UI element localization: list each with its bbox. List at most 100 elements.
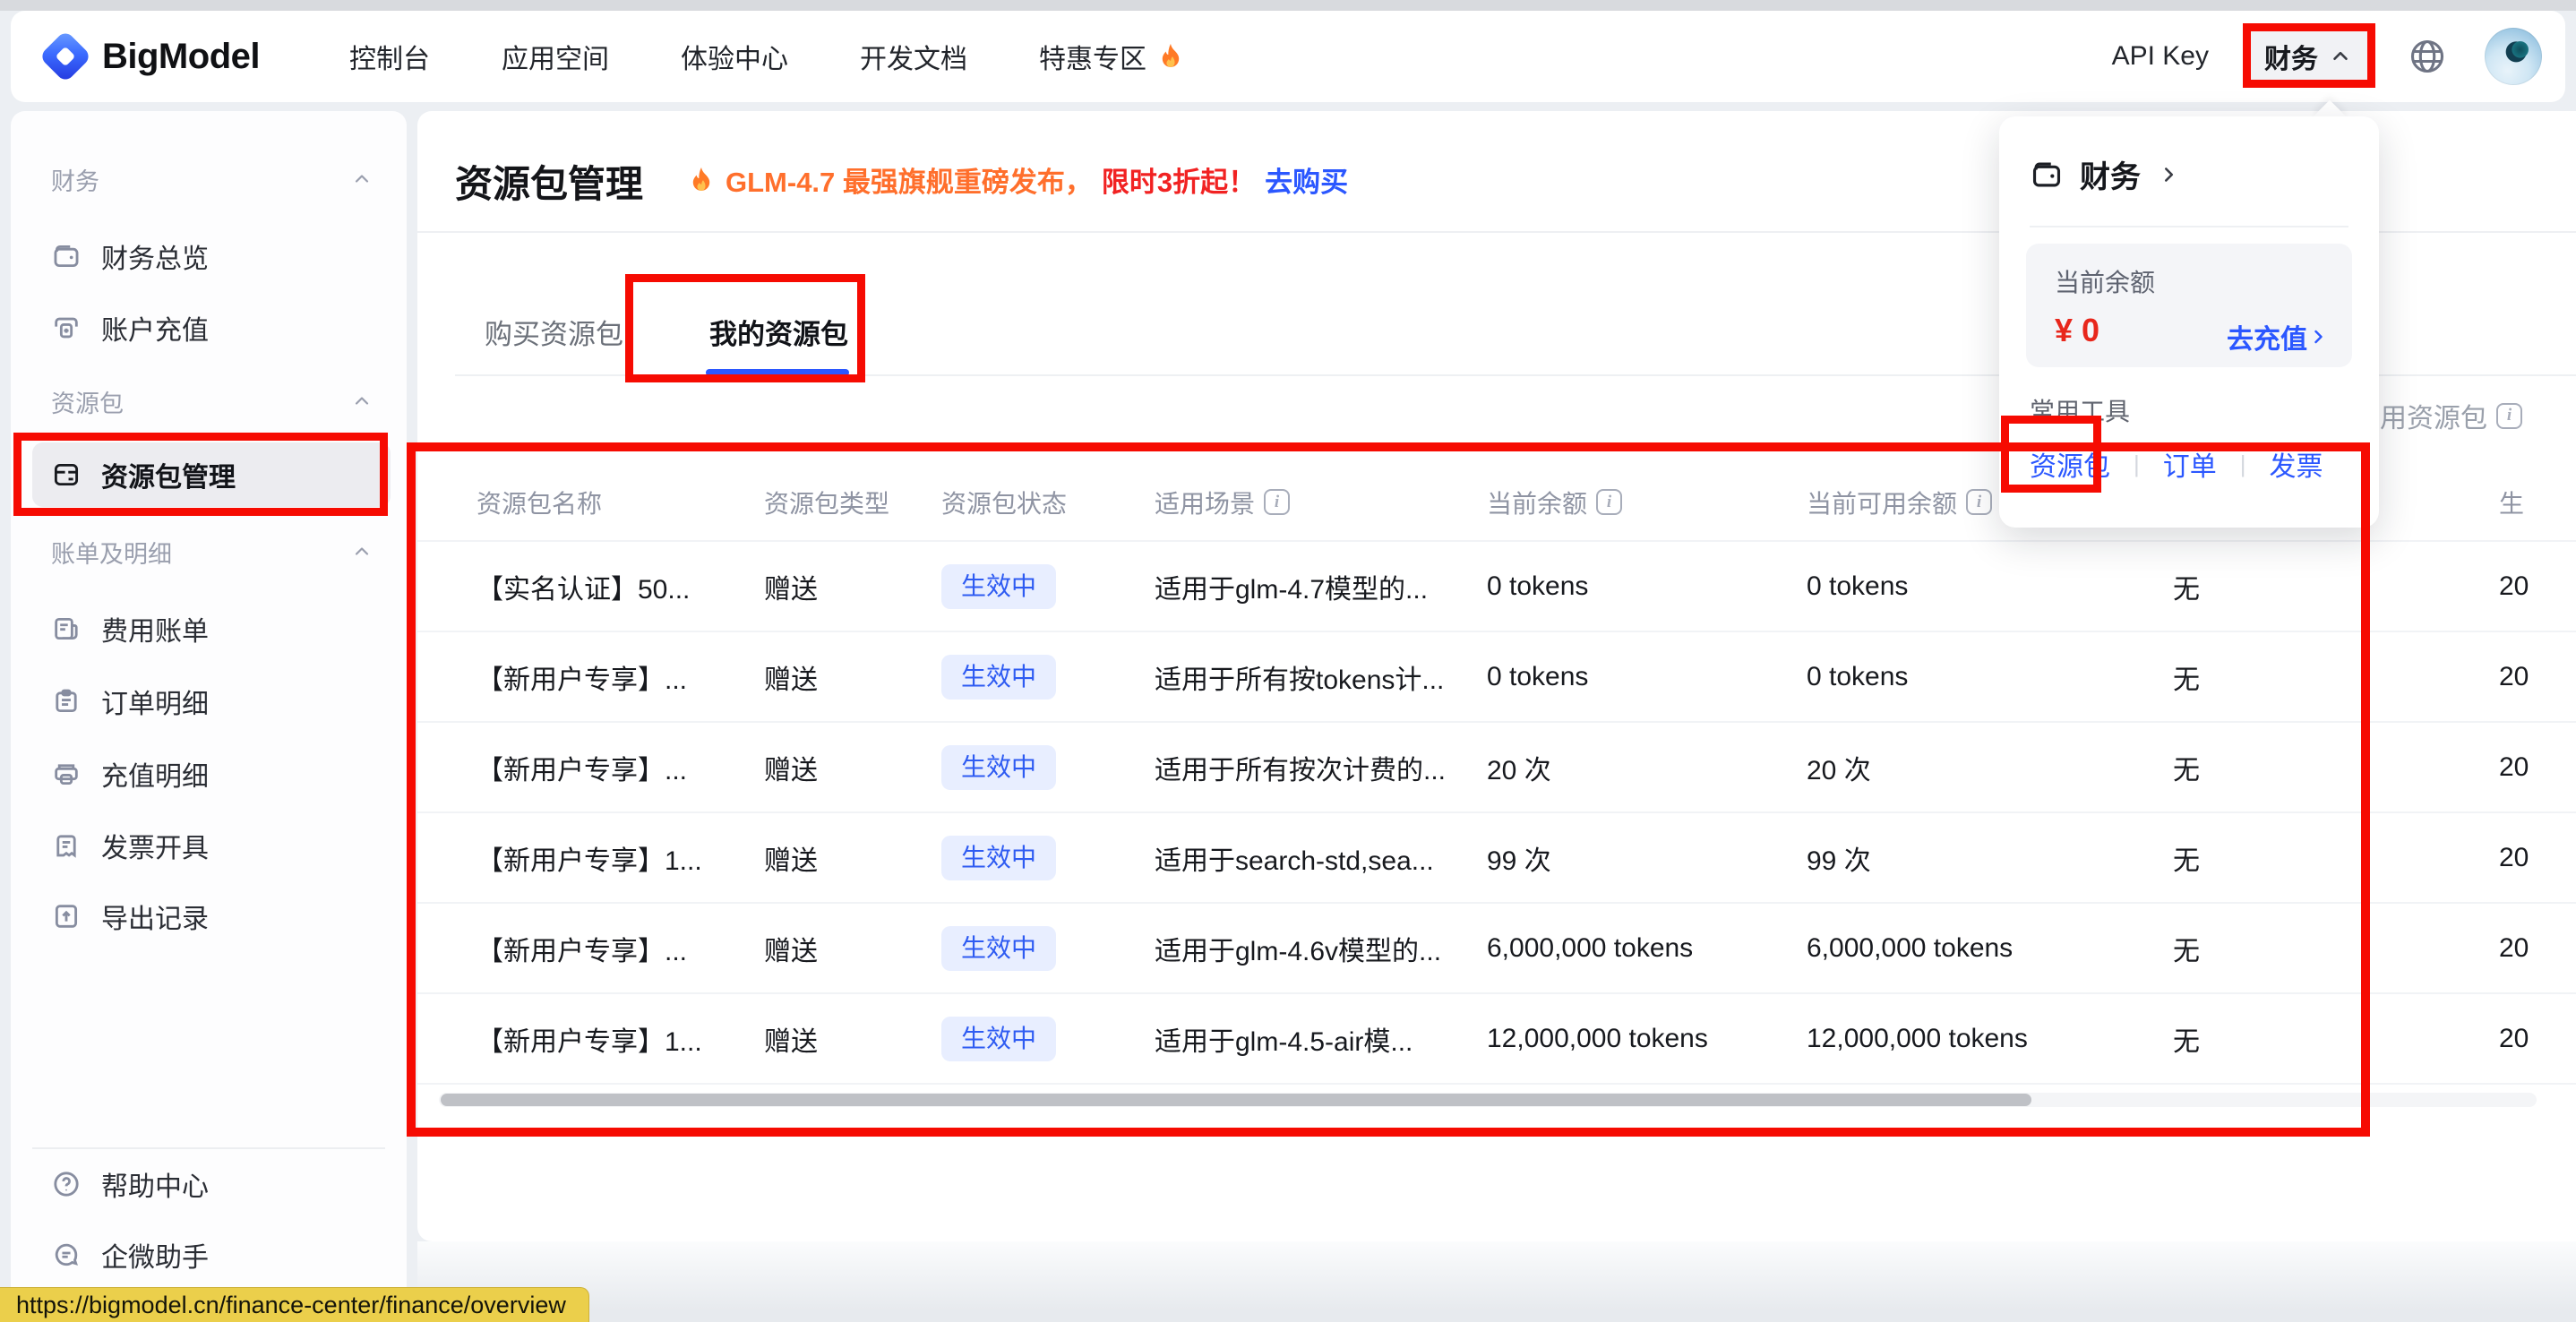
- sidebar-item-invoice[interactable]: 发票开具: [32, 813, 391, 878]
- chat-icon: [51, 1240, 82, 1270]
- finance-dropdown: 财务 当前余额 ¥ 0 去充值 常用工具 资源包 | 订单 | 发票: [1999, 116, 2379, 528]
- table-row: 【新用户专享】1... 赠送 生效中 适用于search-std,sea... …: [417, 813, 2576, 904]
- avatar[interactable]: [2485, 28, 2542, 85]
- sidebar-item-label: 帮助中心: [101, 1164, 209, 1204]
- tab-my-resource-pack[interactable]: 我的资源包: [709, 312, 848, 352]
- sidebar-item-label: 订单明细: [101, 682, 209, 721]
- cell-pack-type: 赠送: [764, 904, 818, 992]
- sidebar-item-order-details[interactable]: 订单明细: [32, 669, 391, 734]
- dropdown-divider: [2030, 226, 2348, 227]
- nav-app-space[interactable]: 应用空间: [502, 37, 609, 76]
- cell-pack-type: 赠送: [764, 994, 818, 1083]
- tool-link-invoices[interactable]: 发票: [2270, 444, 2323, 484]
- sidebar-item-expense-bill[interactable]: 费用账单: [32, 597, 391, 661]
- status-badge: 生效中: [941, 1017, 1056, 1061]
- sidebar-item-label: 企微助手: [101, 1235, 209, 1275]
- filter-available-packs-label[interactable]: 用资源包 i: [2380, 396, 2522, 435]
- tool-link-resource-pack[interactable]: 资源包: [2030, 444, 2110, 484]
- sidebar-item-resource-pack-management[interactable]: 资源包管理: [32, 442, 391, 507]
- invoice-icon: [51, 830, 82, 861]
- cell-available: 99 次: [1807, 813, 1871, 902]
- cell-scene: 适用于search-std,sea...: [1155, 813, 1434, 902]
- column-header-type: 资源包类型: [764, 464, 889, 540]
- sidebar-divider: [32, 1147, 385, 1149]
- nav-dev-docs[interactable]: 开发文档: [860, 37, 967, 76]
- sidebar-item-label: 导出记录: [101, 897, 209, 936]
- promo-banner: GLM-4.7 最强旗舰重磅发布， 限时3折起！ 去购买: [686, 159, 1348, 200]
- brand-logo[interactable]: BigModel: [43, 34, 260, 79]
- sidebar-item-wechat-assistant[interactable]: 企微助手: [32, 1223, 391, 1287]
- sidebar-item-label: 充值明细: [101, 754, 209, 794]
- cell-start-time: 20: [2499, 904, 2529, 992]
- sidebar-group-finance[interactable]: 财务: [51, 163, 373, 195]
- page-background: [417, 1241, 2576, 1322]
- nav-experience-center[interactable]: 体验中心: [681, 37, 788, 76]
- sidebar-item-account-recharge[interactable]: 资源包管理 账户充值: [32, 296, 391, 360]
- wallet-icon: [51, 241, 82, 271]
- cell-balance: 6,000,000 tokens: [1487, 904, 1693, 992]
- column-header-scene: 适用场景i: [1155, 464, 1290, 540]
- cell-pack-status: 生效中: [941, 632, 1056, 721]
- link-separator: |: [2134, 451, 2140, 478]
- nav-console[interactable]: 控制台: [349, 37, 430, 76]
- globe-icon[interactable]: [2408, 37, 2447, 76]
- chevron-up-icon: [2329, 45, 2352, 68]
- cell-quota: 无: [2173, 542, 2200, 631]
- table-row: 【新用户专享】... 赠送 生效中 适用于glm-4.6v模型的... 6,00…: [417, 904, 2576, 994]
- balance-card: 当前余额 ¥ 0 去充值: [2026, 244, 2352, 367]
- cell-pack-type: 赠送: [764, 723, 818, 811]
- common-tools-label: 常用工具: [2030, 392, 2130, 428]
- horizontal-scrollbar-thumb[interactable]: [441, 1094, 2031, 1106]
- table-row: 【新用户专享】... 赠送 生效中 适用于所有按tokens计... 0 tok…: [417, 632, 2576, 723]
- common-tools-links: 资源包 | 订单 | 发票: [2030, 444, 2323, 484]
- cell-start-time: 20: [2499, 813, 2529, 902]
- sidebar-item-export-records[interactable]: 导出记录: [32, 884, 391, 949]
- sidebar-item-recharge-details[interactable]: 充值明细: [32, 742, 391, 806]
- flame-icon: [1155, 41, 1186, 72]
- column-header-status: 资源包状态: [941, 464, 1067, 540]
- tool-link-orders[interactable]: 订单: [2163, 444, 2217, 484]
- tab-buy-resource-pack[interactable]: 购买资源包: [485, 312, 623, 352]
- table-row: 【实名认证】50... 赠送 生效中 适用于glm-4.7模型的... 0 to…: [417, 542, 2576, 632]
- bill-icon: [51, 614, 82, 644]
- cell-quota: 无: [2173, 813, 2200, 902]
- info-icon[interactable]: i: [2496, 403, 2522, 429]
- top-strip: [0, 0, 2576, 11]
- cell-balance: 20 次: [1487, 723, 1551, 811]
- wallet-icon: [2030, 158, 2064, 192]
- column-header-balance: 当前余额i: [1487, 464, 1622, 540]
- cell-scene: 适用于glm-4.7模型的...: [1155, 542, 1428, 631]
- nav-finance-button[interactable]: 财务: [2246, 26, 2370, 87]
- cell-available: 20 次: [1807, 723, 1871, 811]
- table-row: 【新用户专享】1... 赠送 生效中 适用于glm-4.5-air模... 12…: [417, 994, 2576, 1085]
- info-icon[interactable]: i: [1264, 489, 1290, 515]
- info-icon[interactable]: i: [1966, 489, 1992, 515]
- chevron-up-icon: [351, 391, 373, 412]
- help-icon: [51, 1169, 82, 1199]
- cell-balance: 12,000,000 tokens: [1487, 994, 1708, 1083]
- info-icon[interactable]: i: [1596, 489, 1622, 515]
- nav-promo-label: 特惠专区: [1039, 37, 1146, 76]
- sidebar-group-resource-pack[interactable]: 资源包: [51, 385, 373, 417]
- top-navbar: BigModel 控制台 应用空间 体验中心 开发文档 特惠专区 API Key…: [11, 11, 2565, 102]
- sidebar-item-finance-overview[interactable]: 财务总览: [32, 224, 391, 288]
- status-badge: 生效中: [941, 926, 1056, 971]
- cell-pack-status: 生效中: [941, 994, 1056, 1083]
- column-header-name: 资源包名称: [477, 464, 602, 540]
- cell-pack-name: 【实名认证】50...: [477, 542, 690, 631]
- nav-promo-zone[interactable]: 特惠专区: [1039, 37, 1186, 76]
- horizontal-scrollbar-track[interactable]: [439, 1093, 2537, 1107]
- recharge-link[interactable]: 去充值: [2227, 317, 2329, 356]
- dropdown-finance-header[interactable]: 财务: [2030, 152, 2180, 196]
- cell-pack-status: 生效中: [941, 813, 1056, 902]
- status-badge: 生效中: [941, 745, 1056, 790]
- cell-pack-type: 赠送: [764, 542, 818, 631]
- cell-pack-name: 【新用户专享】...: [477, 632, 687, 721]
- promo-buy-link[interactable]: 去购买: [1265, 159, 1348, 200]
- sidebar-item-help-center[interactable]: 帮助中心: [32, 1152, 391, 1216]
- nav-api-key[interactable]: API Key: [2112, 41, 2209, 72]
- cell-pack-name: 【新用户专享】...: [477, 723, 687, 811]
- sidebar-group-bills[interactable]: 账单及明细: [51, 536, 373, 568]
- cell-pack-name: 【新用户专享】1...: [477, 813, 702, 902]
- cell-quota: 无: [2173, 994, 2200, 1083]
